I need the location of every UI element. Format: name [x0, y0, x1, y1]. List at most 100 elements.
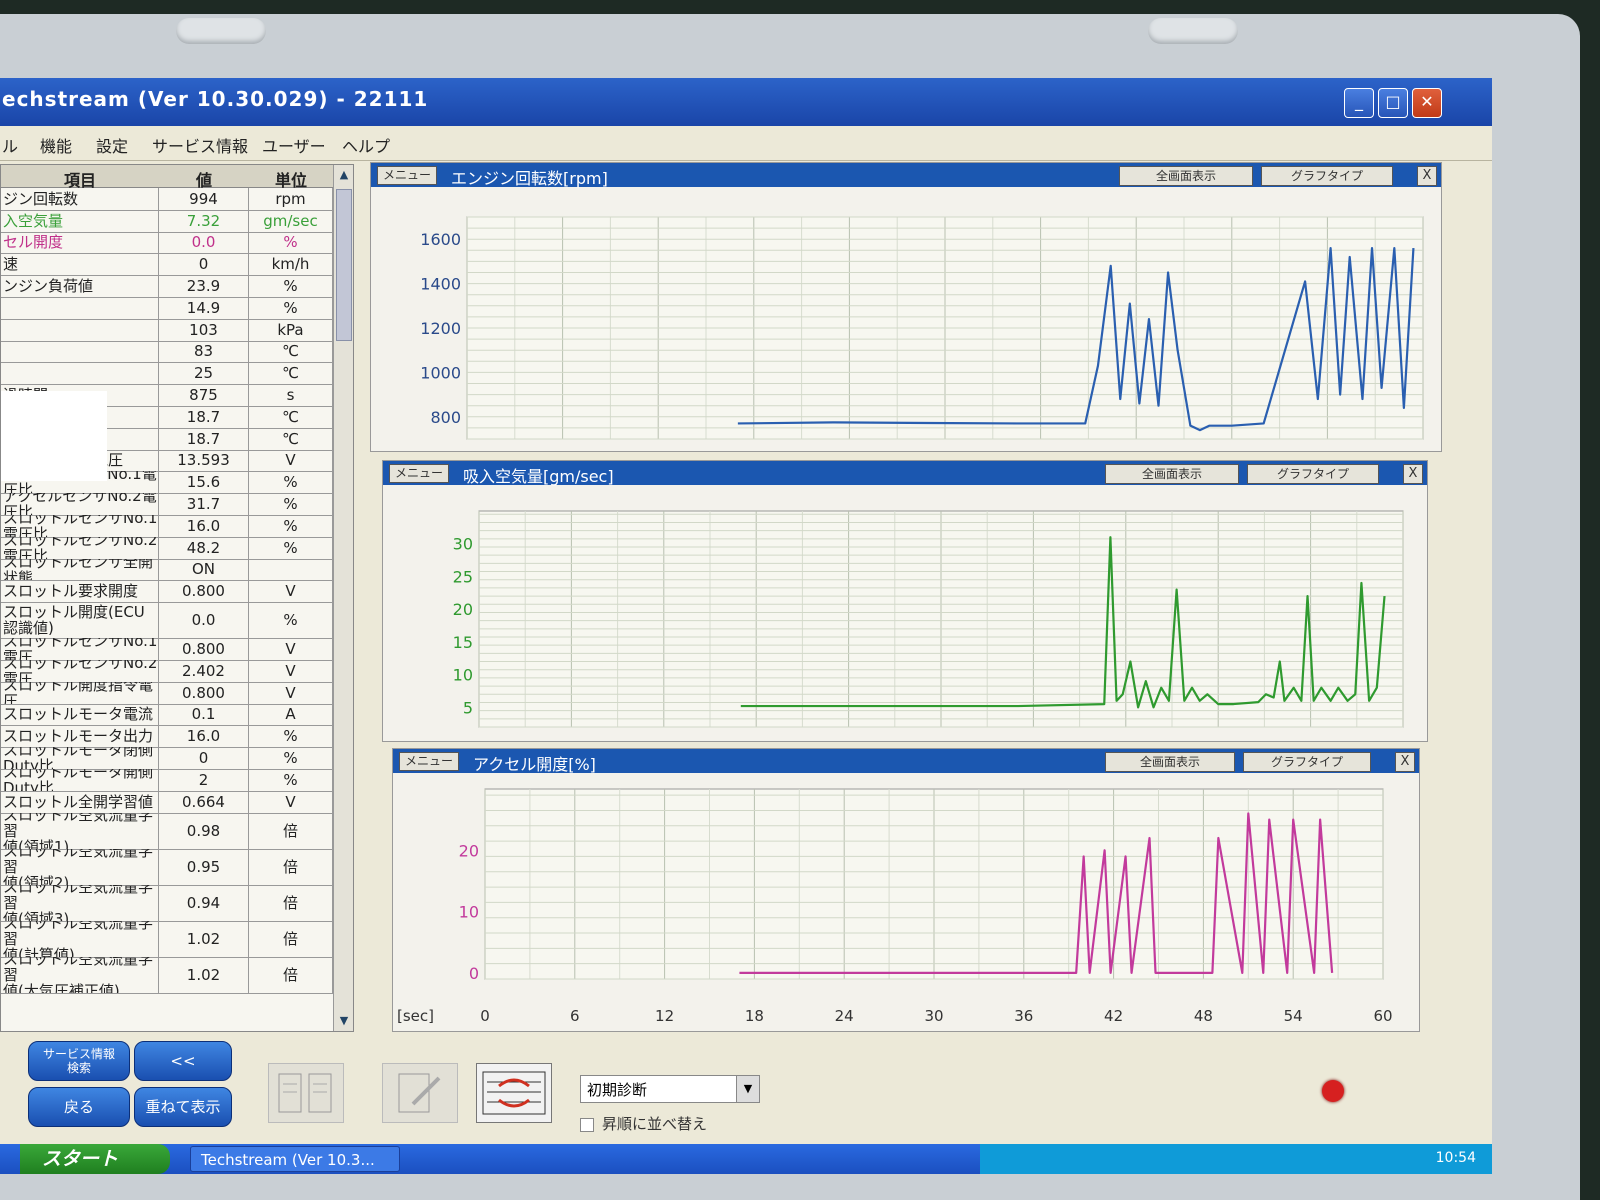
table-row[interactable]: 14.9%: [1, 297, 333, 320]
maximize-button[interactable]: □: [1378, 88, 1408, 118]
overlay-display-button[interactable]: 重ねて表示: [134, 1087, 232, 1127]
table-scrollbar[interactable]: ▲ ▼: [333, 165, 353, 1031]
chart-menu-button[interactable]: メニュー: [377, 166, 437, 185]
table-row[interactable]: スロットル開度指令電圧 0.800 V: [1, 681, 333, 705]
row-name: スロットル全開学習値: [1, 790, 159, 813]
table-row[interactable]: スロットルセンサ全開状態 ON: [1, 558, 333, 582]
taskbar-app-techstream[interactable]: Techstream (Ver 10.3...: [190, 1146, 400, 1172]
graph-type-button[interactable]: グラフタイプ: [1261, 166, 1393, 186]
fullscreen-button[interactable]: 全画面表示: [1105, 464, 1239, 484]
scroll-thumb[interactable]: [336, 189, 352, 341]
chart-title: エンジン回転数[rpm]: [451, 169, 608, 188]
service-info-search-button[interactable]: サービス情報 検索: [28, 1041, 130, 1081]
table-row[interactable]: スロットルモータ出力 16.0%: [1, 725, 333, 749]
menu-settings[interactable]: 設定: [96, 133, 128, 157]
record-icon[interactable]: [1322, 1080, 1344, 1102]
table-row[interactable]: ジン回転数 994 rpm: [1, 188, 333, 211]
chart-title: 吸入空気量[gm/sec]: [463, 467, 614, 486]
mode-dropdown[interactable]: 初期診断 ▼: [580, 1075, 760, 1103]
table-row[interactable]: 入空気量 7.32 gm/sec: [1, 209, 333, 233]
collapse-button[interactable]: <<: [134, 1041, 232, 1081]
row-value: 0.0: [159, 231, 249, 254]
row-value: 0.664: [159, 790, 249, 813]
row-unit: %: [249, 231, 333, 254]
table-row[interactable]: スロットル要求開度 0.800 V: [1, 580, 333, 604]
row-name: スロットルセンサNo.1電圧比: [3, 515, 159, 537]
menu-service-info[interactable]: サービス情報: [152, 133, 248, 157]
row-unit: 倍: [249, 848, 333, 885]
table-row[interactable]: 83 ℃: [1, 340, 333, 364]
table-row[interactable]: アクセルセンサNo.2電圧比 31.7%: [1, 493, 333, 516]
table-row[interactable]: 103 kPa: [1, 318, 333, 342]
table-row[interactable]: スロットルモータ閉側Duty比 0%: [1, 747, 333, 770]
table-row[interactable]: ンジン負荷値 23.9%: [1, 275, 333, 298]
y-tick-label: 0: [469, 964, 479, 983]
chevron-down-icon[interactable]: ▼: [736, 1076, 759, 1102]
row-unit: ℃: [249, 362, 333, 385]
row-name: [1, 362, 159, 385]
table-row[interactable]: スロットルセンサNo.2電圧比 48.2%: [1, 536, 333, 560]
table-row[interactable]: スロットルセンサNo.2電圧 2.402 V: [1, 660, 333, 683]
row-unit: %: [249, 602, 333, 639]
menu-help[interactable]: ヘルプ: [342, 133, 390, 157]
y-tick-label: 800: [430, 408, 461, 427]
row-value: 2.402: [159, 660, 249, 682]
chart-accel-opening: 0 10 20 [sec] 0 6 12 18 24 30 36 42 48 54 60: [397, 788, 1393, 1025]
row-unit: %: [249, 536, 333, 559]
table-row[interactable]: スロットル空気流量学習 値(領域1) 0.98 倍: [1, 812, 333, 850]
table-row[interactable]: 速 0 km/h: [1, 253, 333, 277]
row-unit: V: [249, 638, 333, 660]
table-row[interactable]: スロットル空気流量学習 値(領域3) 0.94 倍: [1, 884, 333, 922]
data-swap-tool-icon[interactable]: [476, 1063, 552, 1123]
scroll-up-arrow-icon[interactable]: ▲: [334, 165, 353, 185]
table-row[interactable]: スロットル空気流量学習 値(計算値) 1.02 倍: [1, 920, 333, 958]
row-name: スロットル空気流量学習 値(計算値): [1, 920, 159, 957]
chart-menu-button[interactable]: メニュー: [399, 752, 459, 771]
chart-close-icon[interactable]: X: [1417, 166, 1437, 186]
edit-tool-icon[interactable]: [382, 1063, 458, 1123]
table-row[interactable]: スロットルセンサNo.1電圧比 16.0%: [1, 515, 333, 538]
minimize-button[interactable]: _: [1344, 88, 1374, 118]
scroll-down-arrow-icon[interactable]: ▼: [334, 1011, 353, 1031]
chart-intake-air: 5 10 15 20 25 30: [453, 510, 1404, 728]
start-button[interactable]: スタート: [20, 1144, 170, 1174]
list-view-tool-icon[interactable]: [268, 1063, 344, 1123]
row-unit: V: [249, 681, 333, 704]
row-value: 2: [159, 769, 249, 791]
table-row[interactable]: セル開度 0.0%: [1, 231, 333, 255]
y-tick-label: 1000: [420, 363, 461, 382]
graph-type-button[interactable]: グラフタイプ: [1247, 464, 1379, 484]
row-unit: rpm: [249, 188, 333, 210]
row-value: 0: [159, 747, 249, 769]
x-tick-label: 54: [1284, 1007, 1303, 1025]
table-row[interactable]: 25 ℃: [1, 362, 333, 386]
row-value: 1.02: [159, 920, 249, 957]
menu-file[interactable]: ル: [2, 133, 18, 157]
menu-function[interactable]: 機能: [40, 133, 72, 157]
table-row[interactable]: スロットル空気流量学習 値(領域2) 0.95 倍: [1, 848, 333, 886]
back-button[interactable]: 戻る: [28, 1087, 130, 1127]
chart-close-icon[interactable]: X: [1403, 464, 1423, 484]
graph-type-button[interactable]: グラフタイプ: [1243, 752, 1371, 772]
chart-close-icon[interactable]: X: [1395, 752, 1415, 772]
chart-menu-button[interactable]: メニュー: [389, 464, 449, 483]
fullscreen-button[interactable]: 全画面表示: [1105, 752, 1235, 772]
table-row[interactable]: スロットル開度(ECU認識値) 0.0%: [1, 602, 333, 640]
table-row[interactable]: スロットルセンサNo.1電圧 0.800 V: [1, 638, 333, 661]
row-value: 13.593: [159, 449, 249, 472]
row-value: 0.95: [159, 848, 249, 885]
y-tick-label: 1600: [420, 230, 461, 249]
y-tick-label: 30: [453, 535, 473, 554]
sort-ascending-checkbox[interactable]: 昇順に並べ替え: [580, 1113, 707, 1134]
close-window-button[interactable]: ✕: [1412, 88, 1442, 118]
table-row[interactable]: スロットル全開学習値 0.664 V: [1, 790, 333, 814]
menu-user[interactable]: ユーザー: [262, 133, 326, 157]
checkbox-box[interactable]: [580, 1117, 594, 1132]
fullscreen-button[interactable]: 全画面表示: [1119, 166, 1253, 186]
data-list-table: 項目 値 単位 ジン回転数 994 rpm 入空気量 7.32 gm/sec セル開度 0.0…: [0, 164, 354, 1032]
table-row[interactable]: スロットル空気流量学習 値(大気圧補正値) 1.02 倍: [1, 956, 333, 994]
table-row[interactable]: スロットルモータ電流 0.1 A: [1, 703, 333, 727]
row-unit: 倍: [249, 956, 333, 993]
x-tick-label: 12: [655, 1007, 674, 1025]
table-row[interactable]: スロットルモータ開側Duty比 2%: [1, 769, 333, 792]
